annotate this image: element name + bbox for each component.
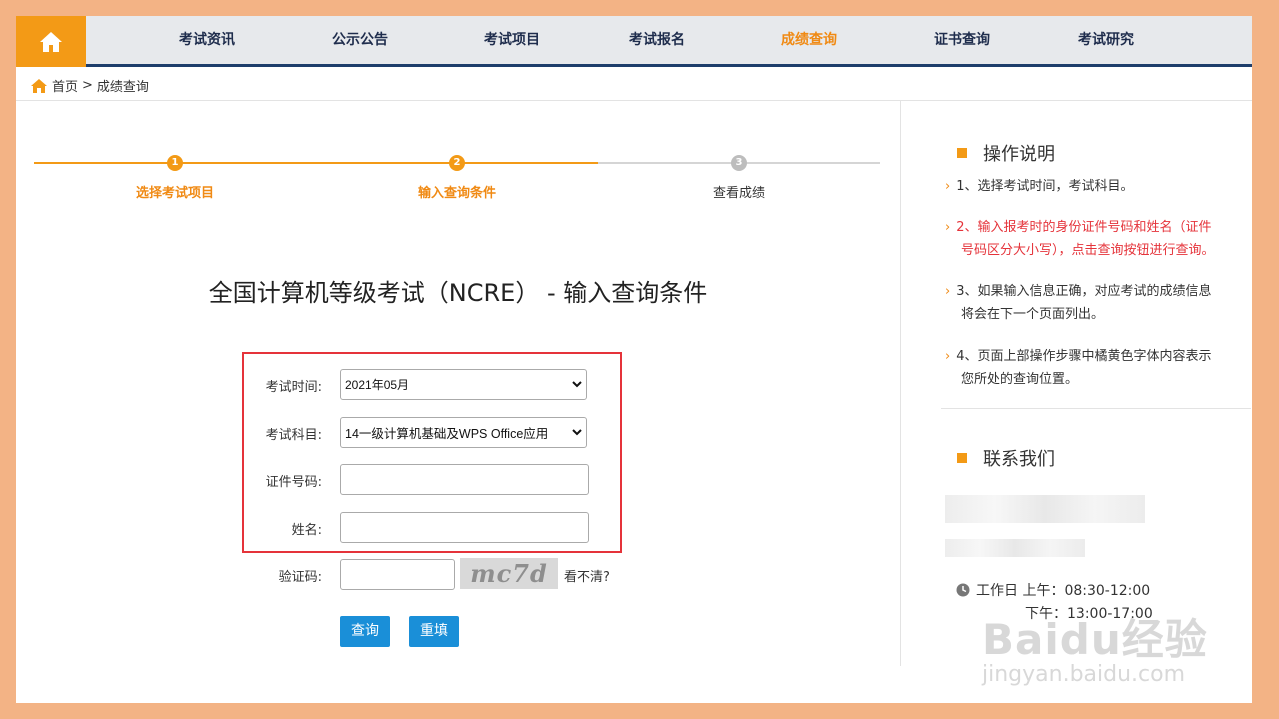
exam-time-value: 2021年05月 [345, 378, 410, 392]
nav-item-exam-news[interactable]: 考试资讯 [157, 16, 257, 64]
instruction-4: › 4、页面上部操作步骤中橘黄色字体内容表示 您所处的查询位置。 [945, 349, 1212, 387]
page: 考试资讯 公示公告 考试项目 考试报名 成绩查询 证书查询 考试研究 首页 > … [16, 16, 1252, 703]
chevron-right-icon: › [945, 179, 951, 194]
contact-title: 联系我们 [983, 449, 1055, 470]
step-1-dot: 1 [167, 155, 183, 171]
breadcrumb: 首页 > 成绩查询 [16, 68, 1252, 101]
breadcrumb-home-link[interactable]: 首页 [52, 76, 78, 95]
subject-value: 14一级计算机基础及WPS Office应用 [345, 427, 549, 441]
main-content: 1 2 3 选择考试项目 输入查询条件 查看成绩 全国计算机等级考试（NCRE）… [16, 101, 900, 701]
chevron-down-icon [572, 381, 582, 388]
bullet-square-icon [957, 148, 967, 158]
breadcrumb-separator: > [82, 78, 93, 93]
home-icon [31, 78, 47, 93]
watermark-brand: Baidu经验 [982, 615, 1208, 664]
instruction-3: › 3、如果输入信息正确，对应考试的成绩信息 将会在下一个页面列出。 [945, 284, 1212, 322]
step-1-label: 选择考试项目 [135, 186, 214, 201]
home-button[interactable] [16, 16, 86, 67]
step-3-label: 查看成绩 [712, 186, 765, 201]
instruction-1: › 1、选择考试时间，考试科目。 [945, 179, 1134, 194]
captcha-image[interactable]: mc7d [460, 558, 558, 589]
query-button[interactable]: 查询 [340, 616, 390, 647]
blurred-contact-line-1 [945, 495, 1145, 523]
nav-item-registration[interactable]: 考试报名 [607, 16, 707, 64]
chevron-right-icon: › [945, 349, 951, 364]
bullet-square-icon [957, 453, 967, 463]
breadcrumb-current: 成绩查询 [96, 80, 149, 95]
working-hours-morning: 工作日 上午：08:30-12:00 [976, 583, 1151, 599]
step-2-dot: 2 [449, 155, 465, 171]
instruction-2: › 2、输入报考时的身份证件号码和姓名（证件 号码区分大小写），点击查询按钮进行查… [945, 220, 1215, 258]
nav-item-score-query[interactable]: 成绩查询 [759, 16, 859, 64]
exam-time-label: 考试时间: [265, 380, 322, 395]
exam-time-select[interactable]: 2021年05月 [340, 369, 587, 400]
id-number-label: 证件号码: [265, 475, 322, 490]
top-nav: 考试资讯 公示公告 考试项目 考试报名 成绩查询 证书查询 考试研究 [16, 16, 1252, 67]
subject-select[interactable]: 14一级计算机基础及WPS Office应用 [340, 417, 587, 448]
blurred-contact-line-2 [945, 539, 1085, 557]
reset-button[interactable]: 重填 [409, 616, 459, 647]
nav-item-announcements[interactable]: 公示公告 [310, 16, 410, 64]
step-2-label: 输入查询条件 [417, 186, 496, 201]
step-3-dot: 3 [731, 155, 747, 171]
sidebar-divider [941, 408, 1251, 409]
step-progress: 1 2 3 选择考试项目 输入查询条件 查看成绩 [34, 151, 880, 211]
name-input[interactable] [340, 512, 589, 543]
chevron-right-icon: › [945, 284, 951, 299]
subject-label: 考试科目: [265, 428, 322, 443]
nav-item-exam-research[interactable]: 考试研究 [1056, 16, 1156, 64]
chevron-down-icon [572, 429, 582, 436]
name-label: 姓名: [291, 523, 322, 538]
chevron-right-icon: › [945, 220, 951, 235]
home-icon [40, 31, 62, 52]
instructions-title: 操作说明 [983, 144, 1055, 165]
captcha-input[interactable] [340, 559, 455, 590]
watermark-url: jingyan.baidu.com [982, 662, 1186, 687]
captcha-label: 验证码: [278, 570, 322, 585]
clock-icon [956, 583, 970, 597]
id-number-input[interactable] [340, 464, 589, 495]
page-title: 全国计算机等级考试（NCRE） - 输入查询条件 [208, 279, 708, 307]
captcha-refresh-link[interactable]: 看不清? [564, 566, 610, 585]
nav-item-certificate-query[interactable]: 证书查询 [912, 16, 1012, 64]
nav-item-exam-projects[interactable]: 考试项目 [462, 16, 562, 64]
